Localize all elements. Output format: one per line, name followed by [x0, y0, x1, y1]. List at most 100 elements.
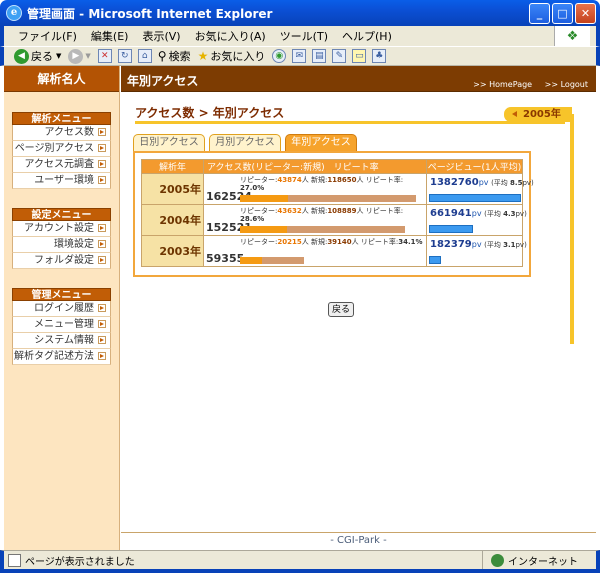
close-button[interactable]: ✕: [575, 3, 596, 24]
discuss-icon[interactable]: ▭: [352, 49, 367, 63]
pageview-bar: [429, 256, 442, 264]
access-bar: [240, 257, 305, 264]
media-icon[interactable]: ◉: [272, 49, 287, 63]
status-bar: ページが表示されました インターネット: [0, 550, 600, 573]
table-row: 2003年 リピーター:20215人 新規:39140人 リピート率:34.1% 5…: [141, 235, 527, 267]
menu-tools[interactable]: ツール(T): [280, 28, 328, 44]
maximize-button[interactable]: □: [552, 3, 573, 24]
arrow-icon: [98, 144, 106, 152]
window-title: 管理画面 - Microsoft Internet Explorer: [27, 6, 273, 21]
tab-daily[interactable]: 日別アクセス: [133, 134, 205, 151]
search-icon: ⚲: [157, 49, 167, 63]
title-bar: e 管理画面 - Microsoft Internet Explorer _ □…: [0, 0, 600, 26]
table-row: 2004年 リピーター:43632人 新規:108889人 リピート率: 28.6%…: [141, 204, 527, 236]
messenger-icon[interactable]: ♣: [372, 49, 387, 63]
logout-link[interactable]: >> Logout: [545, 80, 588, 89]
menu-help[interactable]: ヘルプ(H): [342, 28, 392, 44]
sidebar-item-referrer[interactable]: アクセス元調査: [12, 157, 111, 173]
search-button[interactable]: ⚲ 検索: [158, 48, 191, 64]
pageview-cell: 182379pv (平均 3.1pv): [426, 235, 527, 267]
arrow-icon: [98, 176, 106, 184]
menu-file[interactable]: ファイル(F): [18, 28, 77, 44]
pageview-value: 661941: [430, 208, 472, 219]
column-header-year: 解析年: [141, 159, 204, 174]
pageview-cell: 1382760pv (平均 8.5pv): [426, 173, 534, 205]
sidebar-item-tag-howto[interactable]: 解析タグ記述方法: [12, 349, 111, 365]
arrow-icon: [98, 336, 106, 344]
stop-icon[interactable]: ✕: [97, 49, 112, 63]
menu-bar: ファイル(F) 編集(E) 表示(V) お気に入り(A) ツール(T) ヘルプ(…: [0, 26, 600, 46]
yearly-access-table: 解析年 アクセス数(リピーター:新規) リピート率 ページビュー(1人平均) 2…: [141, 159, 534, 267]
menu-section-title: 管理メニュー: [12, 288, 111, 301]
sidebar-item-access-count[interactable]: アクセス数: [12, 125, 111, 141]
pageview-cell: 661941pv (平均 4.3pv): [426, 204, 527, 236]
refresh-icon[interactable]: ↻: [117, 49, 132, 63]
tab-monthly[interactable]: 月別アクセス: [209, 134, 281, 151]
total-count: 59355: [206, 252, 245, 265]
sidebar-item-menu-admin[interactable]: メニュー管理: [12, 317, 111, 333]
tab-bar: 日別アクセス 月別アクセス 年別アクセス: [133, 134, 361, 151]
pageview-value: 1382760: [430, 177, 479, 188]
home-icon[interactable]: ⌂: [137, 49, 152, 63]
edit-icon[interactable]: ✎: [332, 49, 347, 63]
divider: [135, 121, 565, 124]
settings-menu: 設定メニュー アカウント設定 環境設定 フォルダ設定: [12, 208, 111, 269]
new-bar: [287, 226, 406, 233]
page-title: 年別アクセス: [127, 74, 199, 88]
breadcrumb: アクセス数 > 年別アクセス: [135, 106, 285, 120]
toolbar: ◀ 戻る ▼ ▶ ▼ ✕ ↻ ⌂ ⚲ 検索 ★ お気に入り ◉ ✉ ▤ ✎ ▭ …: [0, 46, 600, 66]
menu-section-title: 解析メニュー: [12, 112, 111, 125]
pageview-bar: [429, 225, 474, 233]
forward-button[interactable]: ▶ ▼: [68, 48, 91, 64]
sidebar-item-page-access[interactable]: ページ別アクセス: [12, 141, 111, 157]
footer: - CGI-Park -: [121, 532, 596, 550]
menu-view[interactable]: 表示(V): [142, 28, 180, 44]
favorites-button[interactable]: ★ お気に入り: [198, 48, 266, 64]
sidebar-item-system-info[interactable]: システム情報: [12, 333, 111, 349]
count-cell: リピーター:43632人 新規:108889人 リピート率: 28.6% 15252…: [203, 204, 427, 236]
arrow-icon: [98, 160, 106, 168]
sidebar-item-user-env[interactable]: ユーザー環境: [12, 173, 111, 189]
arrow-icon: [98, 352, 106, 360]
back-button[interactable]: ◀ 戻る ▼: [14, 48, 61, 64]
homepage-link[interactable]: >> HomePage: [473, 80, 532, 89]
main-content: 年別アクセス >> HomePage >> Logout アクセス数 > 年別ア…: [121, 66, 596, 550]
menu-favorites[interactable]: お気に入り(A): [195, 28, 266, 44]
sidebar-item-folder[interactable]: フォルダ設定: [12, 253, 111, 269]
new-bar: [287, 195, 416, 202]
sidebar-item-account[interactable]: アカウント設定: [12, 221, 111, 237]
table-row: 2005年 リピーター:43874人 新規:118650人 リピート率: 27.0%…: [141, 173, 534, 205]
ie-icon: e: [6, 5, 22, 21]
print-icon[interactable]: ▤: [312, 49, 327, 63]
prev-year-icon[interactable]: [512, 111, 517, 117]
year-selector[interactable]: 2005年: [504, 107, 572, 122]
menu-edit[interactable]: 編集(E): [91, 28, 129, 44]
sidebar-item-login-history[interactable]: ログイン履歴: [12, 301, 111, 317]
column-header-pageview: ページビュー(1人平均): [426, 159, 523, 174]
year-cell: 2005年: [141, 173, 204, 205]
sidebar-item-environment[interactable]: 環境設定: [12, 237, 111, 253]
pageview-bar: [429, 194, 521, 202]
globe-icon: [491, 553, 504, 567]
back-button[interactable]: 戻る: [328, 302, 355, 317]
forward-dropdown-icon[interactable]: ▼: [85, 52, 90, 60]
pageview-value: 182379: [430, 239, 472, 250]
arrow-icon: [98, 256, 106, 264]
repeater-bar: [240, 257, 262, 264]
count-breakdown: リピーター:43874人 新規:118650人 リピート率: 27.0%: [240, 176, 404, 192]
forward-arrow-icon: ▶: [68, 48, 84, 64]
arrow-icon: [98, 304, 106, 312]
repeater-bar: [240, 195, 288, 202]
analysis-menu: 解析メニュー アクセス数 ページ別アクセス アクセス元調査 ユーザー環境: [12, 112, 111, 189]
mail-icon[interactable]: ✉: [292, 49, 307, 63]
back-dropdown-icon[interactable]: ▼: [56, 52, 61, 60]
count-cell: リピーター:43874人 新規:118650人 リピート率: 27.0% 16252…: [203, 173, 427, 205]
security-zone: インターネット: [482, 551, 596, 569]
tab-yearly[interactable]: 年別アクセス: [285, 134, 357, 151]
favorites-star-icon: ★: [197, 49, 209, 63]
new-bar: [261, 257, 305, 264]
back-arrow-icon: ◀: [14, 48, 29, 64]
arrow-icon: [98, 224, 106, 232]
minimize-button[interactable]: _: [529, 3, 550, 24]
status-text: ページが表示されました: [25, 556, 135, 568]
